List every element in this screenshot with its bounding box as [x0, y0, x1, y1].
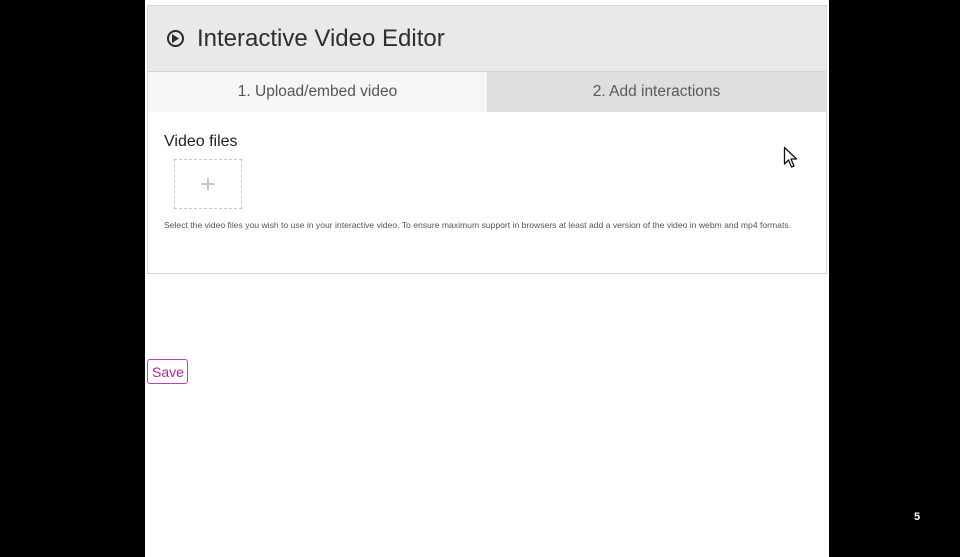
editor-page: Interactive Video Editor 1. Upload/embed… — [145, 0, 829, 557]
plus-icon: + — [200, 169, 216, 199]
add-video-file-button[interactable]: + — [174, 159, 242, 209]
editor-title: Interactive Video Editor — [197, 24, 445, 52]
upload-section: Video files + Select the video files you… — [148, 112, 826, 231]
video-files-description: Select the video files you wish to use i… — [164, 220, 792, 230]
tab-add-interactions[interactable]: 2. Add interactions — [487, 72, 826, 112]
slide-number: 5 — [914, 511, 921, 523]
play-circle-icon — [167, 30, 184, 47]
video-files-label: Video files — [164, 133, 238, 150]
video-editor-panel: Interactive Video Editor 1. Upload/embed… — [147, 5, 827, 274]
editor-tabs: 1. Upload/embed video 2. Add interaction… — [148, 72, 826, 112]
editor-header: Interactive Video Editor — [148, 6, 826, 72]
mouse-pointer-icon — [783, 146, 798, 168]
save-button[interactable]: Save — [147, 359, 188, 384]
tab-upload-embed-video[interactable]: 1. Upload/embed video — [148, 72, 487, 112]
